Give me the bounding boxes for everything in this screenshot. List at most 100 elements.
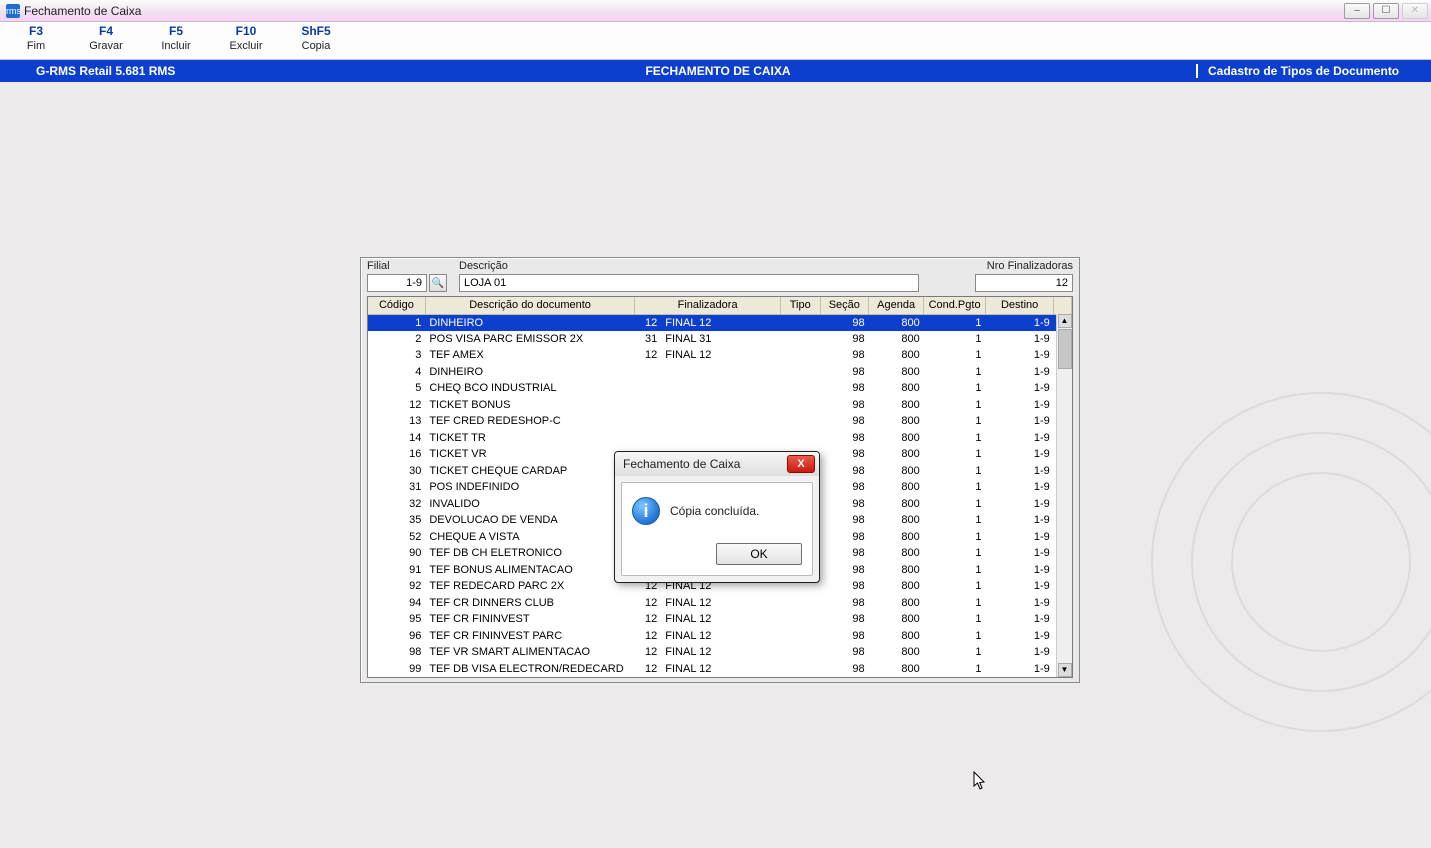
table-cell: 14 [368,430,425,447]
table-cell: 1-9 [985,595,1053,612]
table-cell: 800 [869,512,924,529]
col-destino[interactable]: Destino [985,297,1053,314]
table-row[interactable]: 98TEF VR SMART ALIMENTACAO12FINAL 129880… [368,644,1072,661]
table-row[interactable]: 4DINHEIRO9880011-9 [368,364,1072,381]
col-finalizadora[interactable]: Finalizadora [635,297,781,314]
table-cell: 800 [869,644,924,661]
fkey-shf5[interactable]: ShF5 Copia [292,22,340,59]
table-cell: CHEQ BCO INDUSTRIAL [425,380,635,397]
table-cell [780,347,820,364]
table-cell: 98 [820,578,869,595]
table-cell: 12 [635,644,661,661]
table-cell: 800 [869,413,924,430]
table-cell: 800 [869,463,924,480]
table-cell: TEF DB CH ELETRONICO [425,545,635,562]
col-codigo[interactable]: Código [368,297,425,314]
table-cell: 1-9 [985,644,1053,661]
dialog-close-button[interactable]: X [787,455,815,473]
binoculars-icon: 🔍 [432,278,444,289]
table-cell: 1 [924,578,986,595]
table-cell: 1-9 [985,661,1053,678]
nro-finalizadoras-field[interactable]: 12 [975,274,1073,292]
table-cell: 12 [635,661,661,678]
fkey-label: Incluir [152,40,200,52]
table-cell: 98 [820,380,869,397]
table-cell: 800 [869,446,924,463]
table-cell [661,364,780,381]
panel-header: Filial 1-9 🔍 Descrição LOJA 01 Nro Final… [361,258,1079,296]
filial-lookup-button[interactable]: 🔍 [429,274,447,292]
scroll-down-button[interactable]: ▼ [1058,663,1072,677]
table-cell: 12 [635,314,661,331]
table-cell: FINAL 12 [661,644,780,661]
table-cell: 1-9 [985,529,1053,546]
table-row[interactable]: 3TEF AMEX12FINAL 129880011-9 [368,347,1072,364]
fkey-f10[interactable]: F10 Excluir [222,22,270,59]
table-row[interactable]: 95TEF CR FININVEST12FINAL 129880011-9 [368,611,1072,628]
table-row[interactable]: 12TICKET BONUS9880011-9 [368,397,1072,414]
fkey-f3[interactable]: F3 Fim [12,22,60,59]
table-row[interactable]: 14TICKET TR9880011-9 [368,430,1072,447]
fkey-label: Excluir [222,40,270,52]
minimize-button[interactable]: – [1344,3,1370,19]
col-tipo[interactable]: Tipo [780,297,820,314]
table-row[interactable]: 1DINHEIRO12FINAL 129880011-9 [368,314,1072,331]
filial-field[interactable]: 1-9 [367,274,427,292]
table-cell: TICKET CHEQUE CARDAP [425,463,635,480]
table-cell: 800 [869,545,924,562]
maximize-button[interactable]: ☐ [1373,3,1399,19]
table-cell [780,595,820,612]
table-cell [780,364,820,381]
table-row[interactable]: 94TEF CR DINNERS CLUB12FINAL 129880011-9 [368,595,1072,612]
table-cell: 1-9 [985,314,1053,331]
table-row[interactable]: 5CHEQ BCO INDUSTRIAL9880011-9 [368,380,1072,397]
table-cell: 12 [635,628,661,645]
scroll-up-button[interactable]: ▲ [1058,314,1072,328]
table-row[interactable]: 13TEF CRED REDESHOP-C9880011-9 [368,413,1072,430]
fkey-f4[interactable]: F4 Gravar [82,22,130,59]
table-cell: 800 [869,397,924,414]
table-cell: 1 [924,347,986,364]
table-cell: 800 [869,578,924,595]
table-row[interactable]: 99TEF DB VISA ELECTRON/REDECARD12FINAL 1… [368,661,1072,678]
dialog-body: i Cópia concluída. OK [621,482,813,576]
table-cell: DINHEIRO [425,314,635,331]
table-row[interactable]: 96TEF CR FININVEST PARC12FINAL 129880011… [368,628,1072,645]
col-cond[interactable]: Cond.Pgto [924,297,986,314]
table-cell: TEF CR DINNERS CLUB [425,595,635,612]
table-cell: 800 [869,611,924,628]
table-cell: 94 [368,595,425,612]
col-secao[interactable]: Seção [820,297,869,314]
descricao-field[interactable]: LOJA 01 [459,274,919,292]
table-cell: 98 [820,364,869,381]
bluebar-right: Cadastro de Tipos de Documento [1196,64,1431,78]
ok-button[interactable]: OK [716,543,802,565]
table-cell: TEF BONUS ALIMENTACAO [425,562,635,579]
table-cell: 98 [820,496,869,513]
table-cell [661,397,780,414]
grid-scrollbar[interactable]: ▲ ▼ [1056,314,1072,677]
table-cell [780,644,820,661]
fkey-f5[interactable]: F5 Incluir [152,22,200,59]
dialog-titlebar[interactable]: Fechamento de Caixa X [615,452,819,476]
col-agenda[interactable]: Agenda [869,297,924,314]
table-row[interactable]: 2POS VISA PARC EMISSOR 2X31FINAL 3198800… [368,331,1072,348]
table-cell: 91 [368,562,425,579]
table-cell: 1 [924,595,986,612]
fkey-key: ShF5 [292,24,340,38]
table-cell: 16 [368,446,425,463]
scroll-thumb[interactable] [1058,329,1072,369]
fkey-key: F4 [82,24,130,38]
col-desc[interactable]: Descrição do documento [425,297,635,314]
table-cell: 1 [924,380,986,397]
table-cell [780,661,820,678]
table-cell: 1-9 [985,496,1053,513]
table-cell [661,430,780,447]
window-controls: – ☐ ✕ [1344,3,1428,19]
table-cell: 98 [820,595,869,612]
table-cell: 1 [924,397,986,414]
descricao-label: Descrição [459,260,963,272]
table-cell: 1-9 [985,545,1053,562]
fkey-label: Copia [292,40,340,52]
table-cell: FINAL 12 [661,628,780,645]
